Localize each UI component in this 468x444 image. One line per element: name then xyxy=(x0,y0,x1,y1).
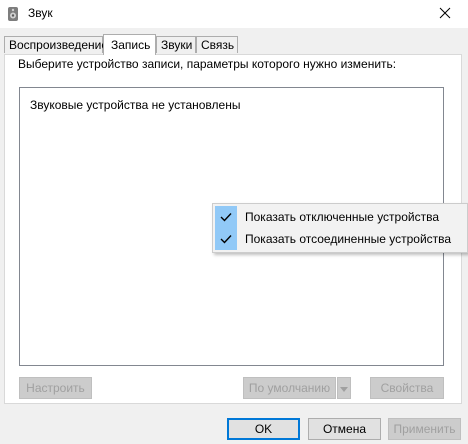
title-bar: Звук xyxy=(0,0,468,28)
properties-button[interactable]: Свойства xyxy=(370,377,444,399)
tab-sounds[interactable]: Звуки xyxy=(156,36,196,53)
close-icon xyxy=(439,7,451,22)
menu-item-show-disconnected[interactable]: Показать отсоединенные устройства xyxy=(215,228,465,250)
tab-playback[interactable]: Воспроизведение xyxy=(4,36,108,53)
close-button[interactable] xyxy=(422,0,468,28)
cancel-button[interactable]: Отмена xyxy=(308,418,381,440)
tab-communications[interactable]: Связь xyxy=(196,36,238,53)
window-title: Звук xyxy=(28,6,53,20)
configure-button[interactable]: Настроить xyxy=(19,377,92,399)
apply-button[interactable]: Применить xyxy=(388,418,461,440)
menu-item-label: Показать отключенные устройства xyxy=(245,210,440,224)
ok-button[interactable]: OK xyxy=(227,418,300,440)
checkmark-icon xyxy=(215,228,237,250)
chevron-down-icon xyxy=(340,381,348,395)
sound-dialog: Звук Воспроизведение Запись Звуки Связь … xyxy=(0,0,468,444)
context-menu: Показать отключенные устройства Показать… xyxy=(212,203,468,253)
tab-recording[interactable]: Запись xyxy=(103,34,156,55)
empty-list-message: Звуковые устройства не установлены xyxy=(30,98,241,112)
set-default-button[interactable]: По умолчанию xyxy=(243,377,336,399)
menu-item-show-disabled[interactable]: Показать отключенные устройства xyxy=(215,206,465,228)
speaker-icon xyxy=(5,6,21,22)
instruction-text: Выберите устройство записи, параметры ко… xyxy=(18,57,397,71)
menu-item-label: Показать отсоединенные устройства xyxy=(245,232,452,246)
set-default-dropdown[interactable] xyxy=(337,377,351,399)
checkmark-icon xyxy=(215,206,237,228)
